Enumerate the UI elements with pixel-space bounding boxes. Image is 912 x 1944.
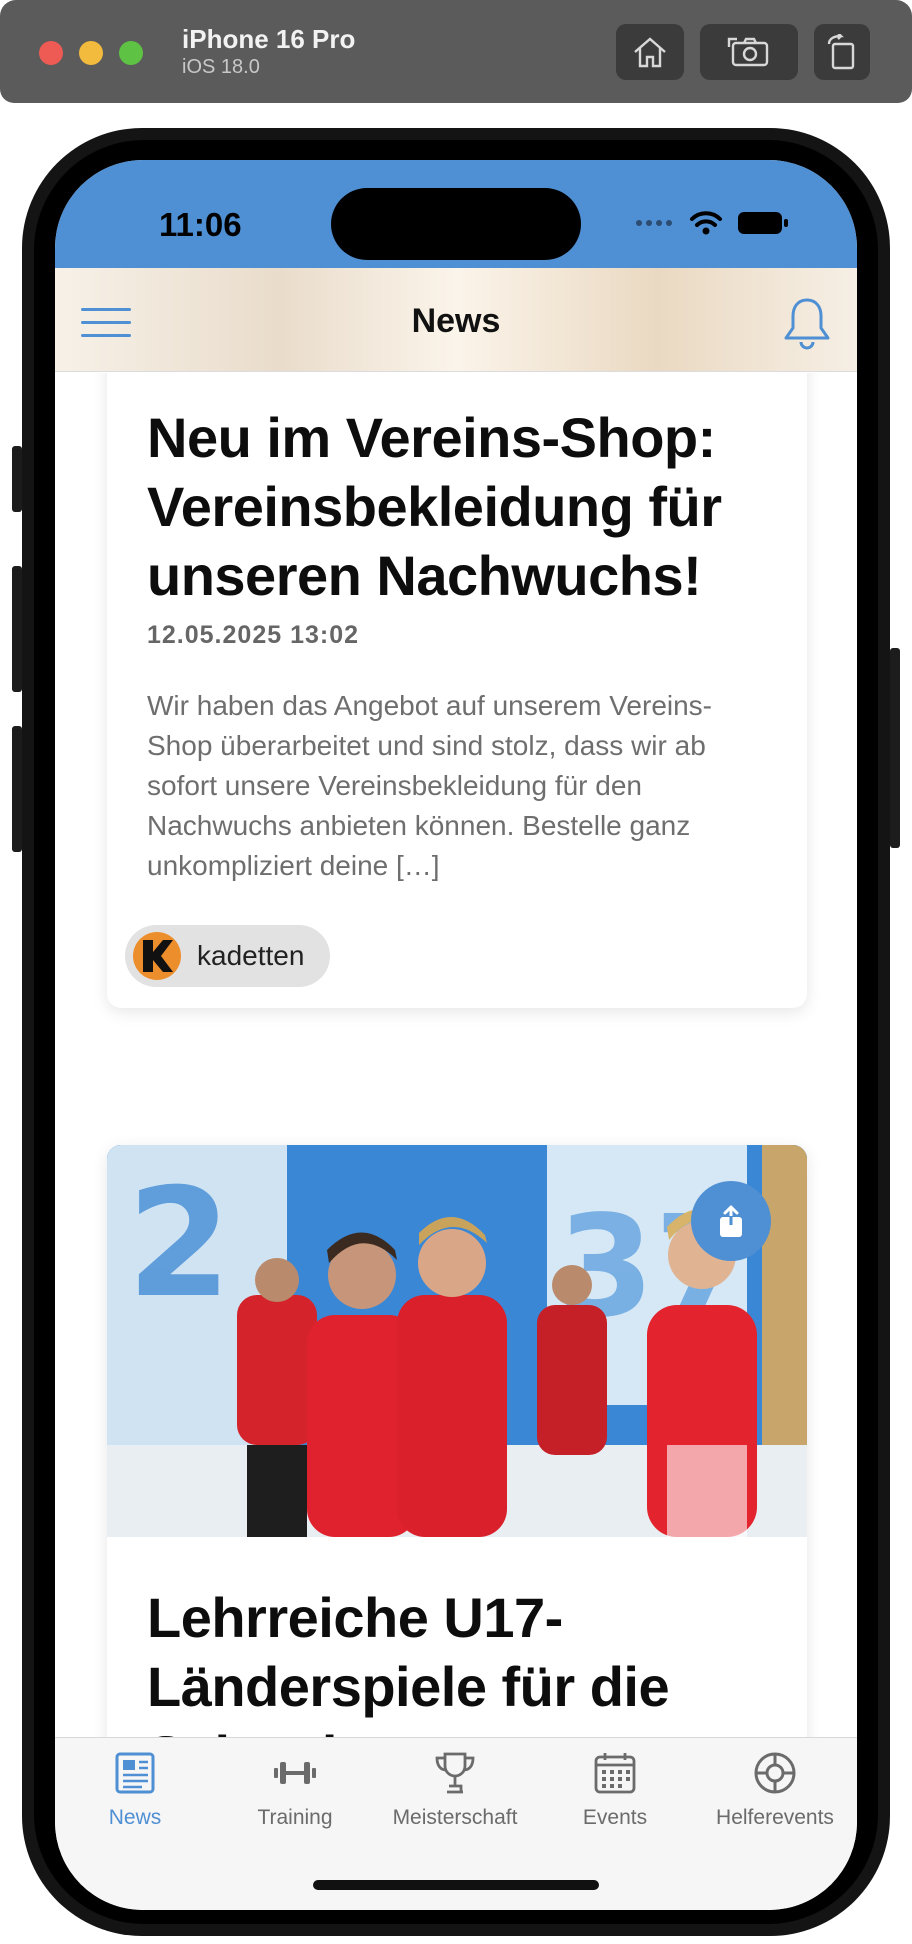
zoom-window-button[interactable] <box>119 41 143 65</box>
rotate-button[interactable] <box>814 24 870 80</box>
tab-label: Events <box>582 1806 648 1829</box>
newspaper-icon <box>115 1752 155 1794</box>
kadetten-logo <box>133 932 181 980</box>
tab-events[interactable]: Events <box>535 1748 695 1838</box>
os-version: iOS 18.0 <box>182 56 260 78</box>
volume-down-button <box>12 726 22 852</box>
rotate-icon <box>827 34 855 70</box>
tab-label: Helferevents <box>716 1806 834 1829</box>
battery-icon <box>738 212 788 234</box>
news-title[interactable]: Lehrreiche U17-Länderspiele für die Schw… <box>147 1583 787 1738</box>
minimize-window-button[interactable] <box>79 41 103 65</box>
app-screen: 11:06 News Neu im Vereins-Shop: Vereinsb… <box>55 160 857 1910</box>
tab-news[interactable]: News <box>55 1748 215 1838</box>
screenshot-icon <box>727 37 769 67</box>
news-card[interactable]: 2 37 Lehrreiche U17-Länderspiele für die <box>107 1145 807 1738</box>
page-title: News <box>411 302 501 340</box>
trophy-icon <box>435 1752 475 1794</box>
svg-text:2: 2 <box>127 1157 231 1331</box>
status-bar: 11:06 <box>55 160 857 268</box>
news-excerpt: Wir haben das Angebot auf unserem Verein… <box>147 690 713 881</box>
news-photo[interactable]: 2 37 <box>107 1145 807 1537</box>
news-title[interactable]: Neu im Vereins-Shop: Vereinsbekleidung f… <box>147 403 777 610</box>
news-date: 12.05.2025 13:02 <box>147 621 360 649</box>
wifi-icon <box>690 211 722 235</box>
tab-training[interactable]: Training <box>215 1748 375 1838</box>
home-icon <box>634 37 666 68</box>
calendar-icon <box>594 1753 636 1794</box>
simulator-title-bar: iPhone 16 Pro iOS 18.0 <box>0 0 912 103</box>
news-feed[interactable]: Neu im Vereins-Shop: Vereinsbekleidung f… <box>55 373 857 1738</box>
bell-icon[interactable] <box>781 296 833 352</box>
navigation-header: News <box>55 268 857 372</box>
share-button[interactable] <box>691 1181 771 1261</box>
cellular-signal-icon <box>636 220 672 226</box>
tab-label: News <box>108 1806 162 1829</box>
news-card[interactable]: Neu im Vereins-Shop: Vereinsbekleidung f… <box>107 373 807 1008</box>
tab-helferevents[interactable]: Helferevents <box>695 1748 855 1838</box>
tag-label: kadetten <box>197 940 305 971</box>
dynamic-island <box>331 188 581 260</box>
action-button <box>12 446 22 512</box>
lifebuoy-icon <box>754 1752 796 1794</box>
home-button[interactable] <box>616 24 684 80</box>
tab-label: Training <box>257 1806 333 1829</box>
power-button <box>890 648 900 848</box>
tag-chip[interactable]: kadetten <box>125 925 331 987</box>
home-indicator[interactable] <box>313 1880 599 1890</box>
tab-label: Meisterschaft <box>392 1806 518 1829</box>
volume-up-button <box>12 566 22 692</box>
tab-meisterschaft[interactable]: Meisterschaft <box>375 1748 535 1838</box>
status-time: 11:06 <box>159 206 242 243</box>
device-name: iPhone 16 Pro <box>182 24 356 54</box>
dumbbell-icon <box>274 1762 316 1784</box>
screenshot-button[interactable] <box>700 24 798 80</box>
close-window-button[interactable] <box>39 41 63 65</box>
share-icon <box>720 1205 742 1237</box>
